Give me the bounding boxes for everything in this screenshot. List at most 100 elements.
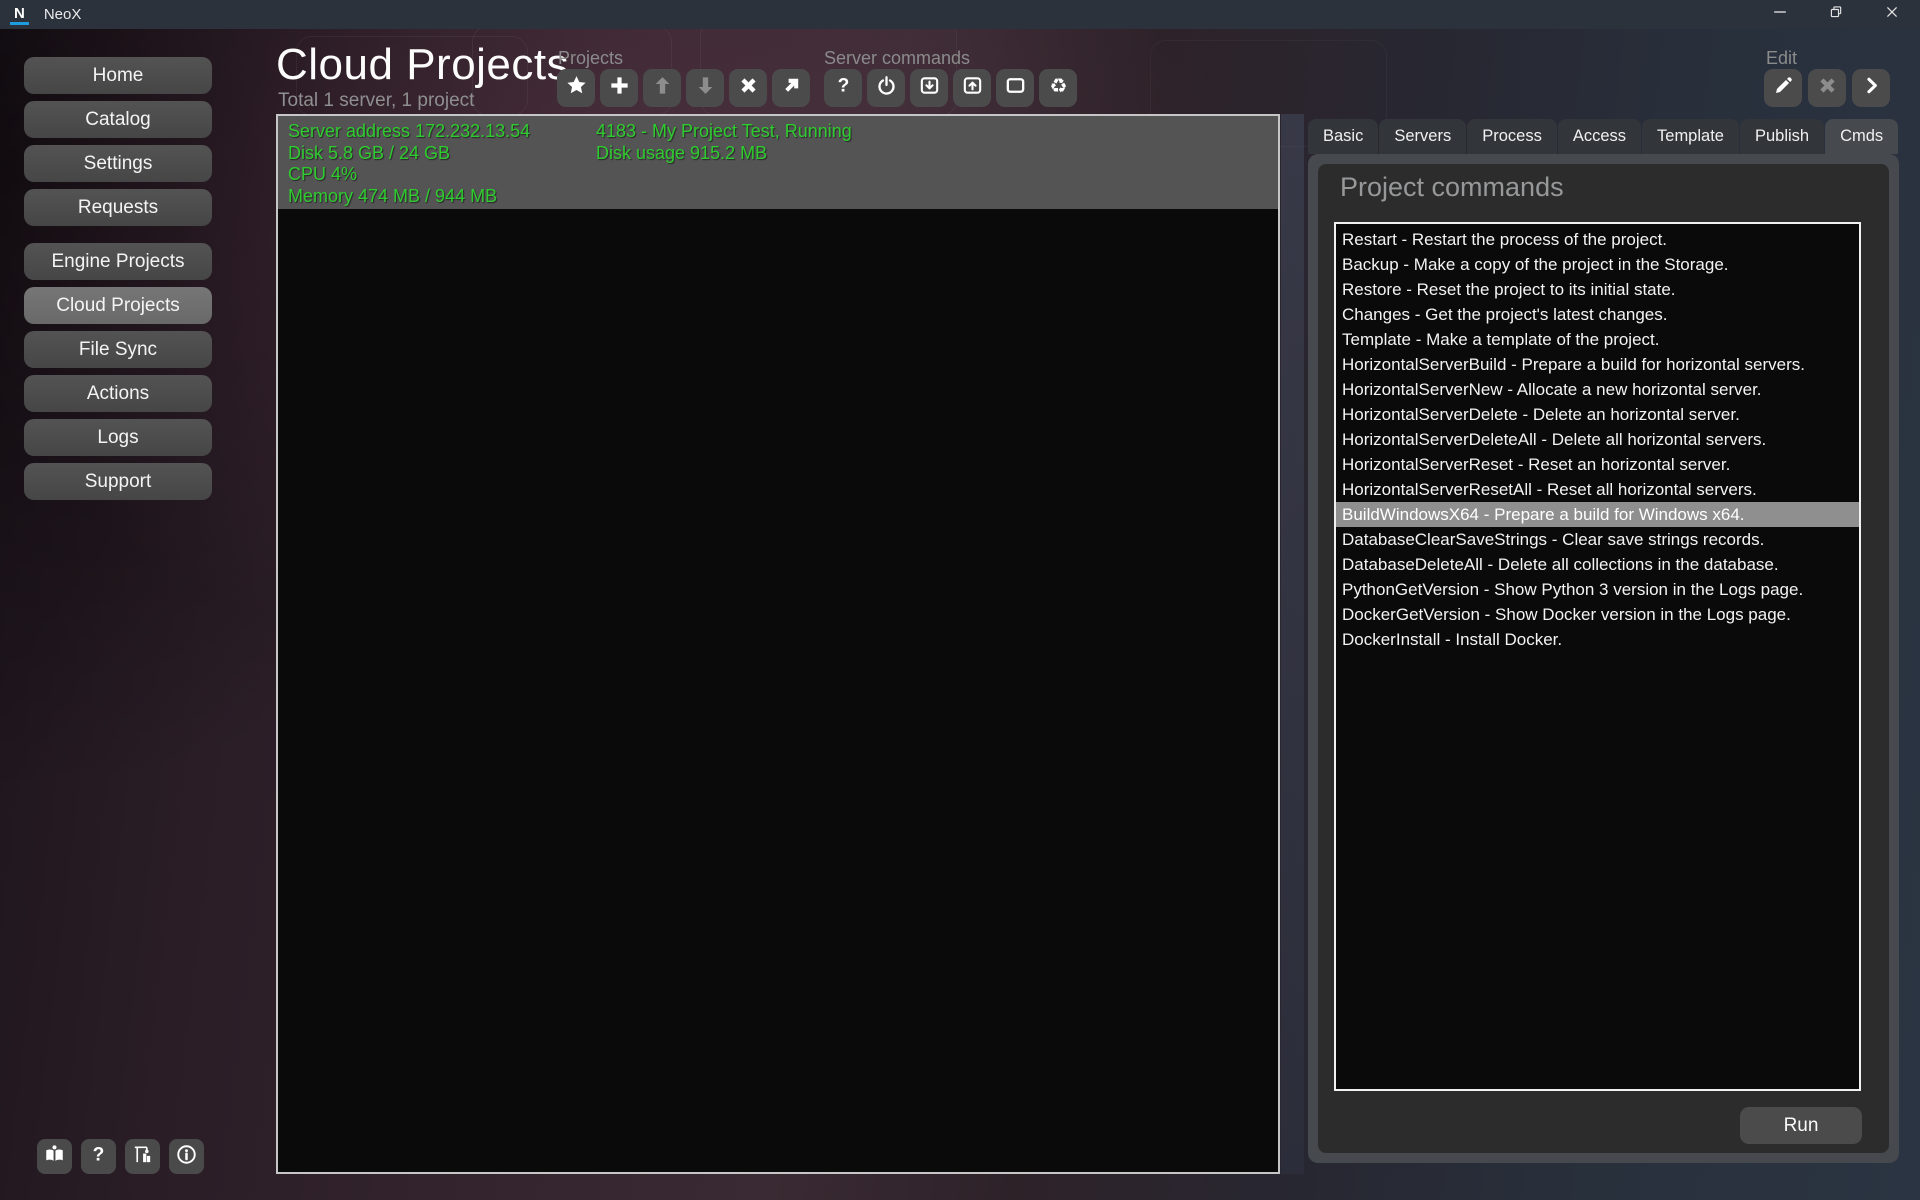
sidebar-item-engine-projects[interactable]: Engine Projects bbox=[24, 243, 212, 280]
restore-button[interactable] bbox=[1808, 0, 1864, 29]
cross-icon bbox=[737, 74, 760, 102]
detail-tabs: BasicServersProcessAccessTemplatePublish… bbox=[1308, 119, 1899, 154]
command-item[interactable]: HorizontalServerNew - Allocate a new hor… bbox=[1336, 377, 1859, 402]
page-subtitle: Total 1 server, 1 project bbox=[278, 90, 474, 112]
command-item[interactable]: Template - Make a template of the projec… bbox=[1336, 327, 1859, 352]
server-stat-line: Memory 474 MB / 944 MB bbox=[288, 186, 530, 208]
command-item[interactable]: DockerInstall - Install Docker. bbox=[1336, 627, 1859, 652]
command-item[interactable]: BuildWindowsX64 - Prepare a build for Wi… bbox=[1336, 502, 1859, 527]
edit-command-button[interactable] bbox=[1764, 69, 1802, 107]
command-item[interactable]: Restore - Reset the project to its initi… bbox=[1336, 277, 1859, 302]
command-item[interactable]: DatabaseClearSaveStrings - Clear save st… bbox=[1336, 527, 1859, 552]
box-arrow-up-icon bbox=[961, 74, 984, 102]
sidebar-item-actions[interactable]: Actions bbox=[24, 375, 212, 412]
favorite-project-button[interactable] bbox=[557, 69, 595, 107]
delete-project-button[interactable] bbox=[729, 69, 767, 107]
tab-publish[interactable]: Publish bbox=[1740, 119, 1824, 154]
server-window-button[interactable] bbox=[996, 69, 1034, 107]
command-item[interactable]: PythonGetVersion - Show Python 3 version… bbox=[1336, 577, 1859, 602]
guide-button[interactable] bbox=[37, 1139, 72, 1174]
tab-cmds[interactable]: Cmds bbox=[1825, 119, 1898, 154]
svg-text:?: ? bbox=[837, 76, 849, 97]
tab-access[interactable]: Access bbox=[1558, 119, 1641, 154]
sidebar-item-requests[interactable]: Requests bbox=[24, 189, 212, 226]
close-button[interactable] bbox=[1864, 0, 1920, 29]
server-help-button[interactable]: ? bbox=[824, 69, 862, 107]
tab-process[interactable]: Process bbox=[1467, 119, 1557, 154]
command-item[interactable]: Restart - Restart the process of the pro… bbox=[1336, 227, 1859, 252]
sidebar-item-file-sync[interactable]: File Sync bbox=[24, 331, 212, 368]
command-item[interactable]: Changes - Get the project's latest chang… bbox=[1336, 302, 1859, 327]
project-stats-column: 4183 - My Project Test, RunningDisk usag… bbox=[596, 121, 852, 164]
sidebar-item-cloud-projects[interactable]: Cloud Projects bbox=[24, 287, 212, 324]
power-icon bbox=[875, 74, 898, 102]
edit-toolbar bbox=[1764, 69, 1890, 107]
page-title: Cloud Projects bbox=[276, 40, 569, 90]
open-project-button[interactable] bbox=[772, 69, 810, 107]
project-stat-line: Disk usage 915.2 MB bbox=[596, 143, 852, 165]
tab-servers[interactable]: Servers bbox=[1379, 119, 1466, 154]
tab-basic[interactable]: Basic bbox=[1308, 119, 1378, 154]
command-item[interactable]: HorizontalServerDeleteAll - Delete all h… bbox=[1336, 427, 1859, 452]
cancel-edit-button[interactable] bbox=[1808, 69, 1846, 107]
command-item[interactable]: Backup - Make a copy of the project in t… bbox=[1336, 252, 1859, 277]
server-summary-row[interactable]: Server address 172.232.13.54Disk 5.8 GB … bbox=[278, 116, 1278, 209]
servers-list-panel: Server address 172.232.13.54Disk 5.8 GB … bbox=[276, 114, 1280, 1174]
cross-icon bbox=[1816, 74, 1839, 102]
sidebar-item-logs[interactable]: Logs bbox=[24, 419, 212, 456]
command-item[interactable]: HorizontalServerDelete - Delete an horiz… bbox=[1336, 402, 1859, 427]
plus-icon bbox=[608, 74, 631, 102]
command-item[interactable]: DatabaseDeleteAll - Delete all collectio… bbox=[1336, 552, 1859, 577]
server-download-button[interactable] bbox=[910, 69, 948, 107]
sidebar-item-settings[interactable]: Settings bbox=[24, 145, 212, 182]
build-status-button[interactable] bbox=[125, 1139, 160, 1174]
commands-listbox[interactable]: Restart - Restart the process of the pro… bbox=[1334, 222, 1861, 1091]
project-stat-line: 4183 - My Project Test, Running bbox=[596, 121, 852, 143]
server-power-button[interactable] bbox=[867, 69, 905, 107]
server-stat-line: Disk 5.8 GB / 24 GB bbox=[288, 143, 530, 165]
arrow-up-right-icon bbox=[780, 74, 803, 102]
minimize-icon bbox=[1770, 2, 1790, 27]
close-icon bbox=[1882, 2, 1902, 27]
tab-template[interactable]: Template bbox=[1642, 119, 1739, 154]
command-item[interactable]: HorizontalServerBuild - Prepare a build … bbox=[1336, 352, 1859, 377]
sidebar-item-home[interactable]: Home bbox=[24, 57, 212, 94]
server-stat-line: Server address 172.232.13.54 bbox=[288, 121, 530, 143]
move-up-button[interactable] bbox=[643, 69, 681, 107]
question-icon: ? bbox=[832, 74, 855, 102]
projects-toolbar bbox=[557, 69, 810, 107]
question-icon: ? bbox=[87, 1143, 110, 1171]
book-reader-icon bbox=[43, 1143, 66, 1171]
server-stat-line: CPU 4% bbox=[288, 164, 530, 186]
sidebar-item-catalog[interactable]: Catalog bbox=[24, 101, 212, 138]
svg-text:?: ? bbox=[93, 1144, 105, 1165]
sidebar-nav: Home Catalog Settings Requests Engine Projec… bbox=[24, 57, 212, 507]
add-project-button[interactable] bbox=[600, 69, 638, 107]
recycle-icon: ♻ bbox=[1047, 74, 1070, 102]
background-decor-band bbox=[1281, 114, 1304, 1174]
about-button[interactable] bbox=[169, 1139, 204, 1174]
star-icon bbox=[565, 74, 588, 102]
window-controls bbox=[1752, 0, 1920, 29]
info-icon bbox=[175, 1143, 198, 1171]
command-item[interactable]: HorizontalServerReset - Reset an horizon… bbox=[1336, 452, 1859, 477]
server-commands-toolbar: ?♻ bbox=[824, 69, 1077, 107]
server-recycle-button[interactable]: ♻ bbox=[1039, 69, 1077, 107]
expand-button[interactable] bbox=[1852, 69, 1890, 107]
restore-icon bbox=[1826, 2, 1846, 27]
help-button[interactable]: ? bbox=[81, 1139, 116, 1174]
commands-heading: Project commands bbox=[1340, 172, 1564, 203]
command-item[interactable]: DockerGetVersion - Show Docker version i… bbox=[1336, 602, 1859, 627]
command-item[interactable]: HorizontalServerResetAll - Reset all hor… bbox=[1336, 477, 1859, 502]
move-down-button[interactable] bbox=[686, 69, 724, 107]
crane-icon bbox=[131, 1143, 154, 1171]
app-title: NeoX bbox=[44, 6, 82, 23]
window-icon bbox=[1004, 74, 1027, 102]
run-command-button[interactable]: Run bbox=[1740, 1107, 1862, 1144]
sidebar-item-support[interactable]: Support bbox=[24, 463, 212, 500]
app-logo-letter: N bbox=[14, 5, 25, 22]
minimize-button[interactable] bbox=[1752, 0, 1808, 29]
server-upload-button[interactable] bbox=[953, 69, 991, 107]
chevron-right-icon bbox=[1860, 74, 1883, 102]
titlebar: N NeoX bbox=[0, 0, 1920, 29]
